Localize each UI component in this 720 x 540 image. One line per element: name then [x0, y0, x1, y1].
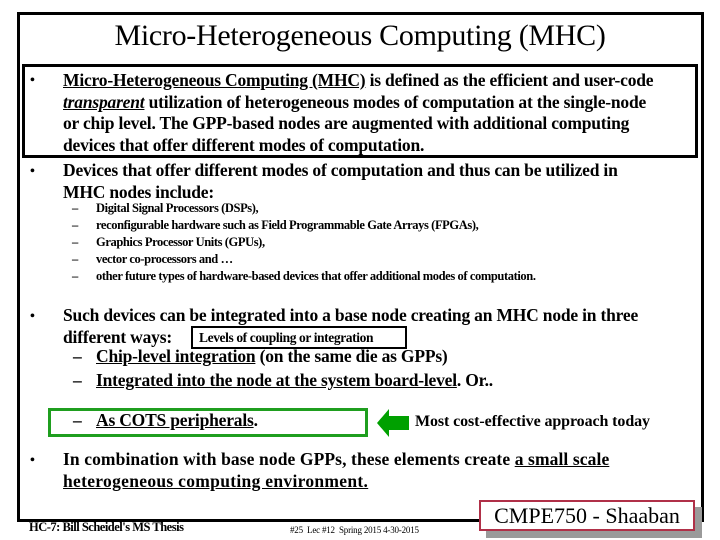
mhc-term: Micro-Heterogeneous Computing (MHC) [63, 70, 366, 90]
device-item-text: Graphics Processor Units (GPUs), [96, 235, 265, 249]
footer-source: HC-7: Bill Scheidel's MS Thesis [29, 520, 184, 534]
transparent-emphasis: transparent [63, 91, 145, 112]
dash-glyph: – [73, 410, 82, 430]
device-list-item: – Graphics Processor Units (GPUs), [72, 234, 265, 251]
course-brand: CMPE750 - Shaaban [479, 500, 695, 531]
combination-underlined-1: a small scale [514, 449, 610, 469]
left-arrow-icon [377, 409, 409, 437]
devices-line-1: Devices that offer different modes of co… [63, 160, 618, 180]
definition-text-1: is defined as the efficient and user-cod… [365, 70, 654, 90]
cost-effective-annotation: Most cost-effective approach today [415, 413, 650, 430]
way-rest: (on the same die as GPPs) [255, 346, 448, 366]
lecture-number: Lec #12 [307, 525, 335, 535]
way-rest: . [253, 410, 258, 430]
definition-text-2: utilization of heterogeneous modes of co… [144, 91, 647, 112]
combination-text: In combination with base node GPPs, thes… [63, 449, 515, 469]
bullet-glyph: • [30, 164, 35, 179]
device-list-item: – other future types of hardware-based de… [72, 268, 536, 285]
bullet-glyph: • [30, 309, 35, 324]
dash-glyph: – [73, 370, 82, 390]
device-list-item: – Digital Signal Processors (DSPs), [72, 200, 259, 217]
device-item-text: reconfigurable hardware such as Field Pr… [96, 218, 479, 232]
integration-way-board: – Integrated into the node at the system … [73, 370, 493, 391]
dash-glyph: – [73, 346, 82, 366]
dash-glyph: – [72, 269, 78, 283]
slide-number: #25 [290, 525, 303, 535]
device-item-text: Digital Signal Processors (DSPs), [96, 201, 259, 215]
dash-glyph: – [72, 218, 78, 232]
way-underlined: Integrated into the node at the system b… [96, 370, 457, 390]
definition-text-4: devices that offer different modes of co… [63, 134, 425, 155]
slide-title: Micro-Heterogeneous Computing (MHC) [114, 19, 606, 52]
combination-paragraph: In combination with base node GPPs, thes… [63, 449, 609, 492]
device-list-item: – reconfigurable hardware such as Field P… [72, 217, 479, 234]
devices-paragraph: Devices that offer different modes of co… [63, 160, 618, 203]
bullet-glyph: • [30, 453, 35, 468]
dash-glyph: – [72, 235, 78, 249]
device-item-text: other future types of hardware-based dev… [96, 269, 536, 283]
integration-way-chip: – Chip-level integration (on the same die… [73, 346, 448, 367]
definition-paragraph: Micro-Heterogeneous Computing (MHC) is d… [63, 70, 693, 156]
definition-text-3: or chip level. The GPP-based nodes are a… [63, 113, 630, 133]
device-list-item: – vector co-processors and … [72, 251, 233, 268]
integration-line-1: Such devices can be integrated into a ba… [63, 305, 639, 325]
device-item-text: vector co-processors and … [96, 252, 233, 266]
way-underlined: As COTS peripherals [96, 410, 254, 430]
dash-glyph: – [72, 201, 78, 215]
integration-way-cots: – As COTS peripherals. [73, 410, 258, 431]
date-label: 4-30-2015 [383, 525, 419, 535]
combination-underlined-2: heterogeneous computing environment. [63, 470, 369, 491]
dash-glyph: – [72, 252, 78, 266]
way-rest: . Or.. [456, 370, 493, 390]
footer-slide-info: #25 Lec #12 Spring 2015 4-30-2015 [290, 525, 419, 535]
way-underlined: Chip-level integration [96, 346, 256, 366]
term-label: Spring 2015 [338, 525, 382, 535]
bullet-glyph: • [30, 73, 35, 88]
